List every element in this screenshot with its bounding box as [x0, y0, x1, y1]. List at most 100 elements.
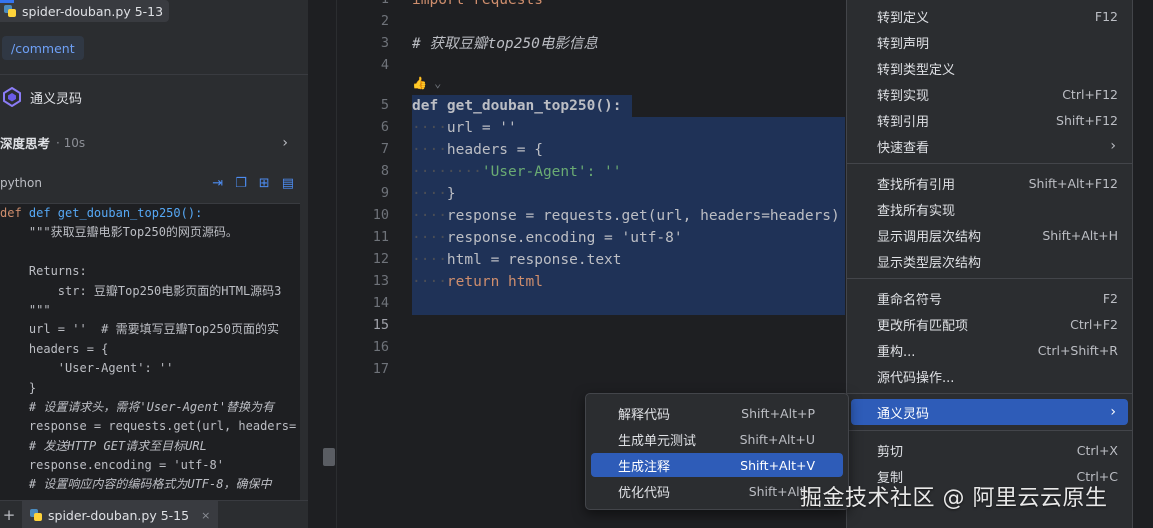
menu-item-go-to-references[interactable]: 转到引用 Shift+F12 — [851, 107, 1128, 133]
context-file-tab[interactable]: spider-douban.py 5-15 × — [22, 501, 219, 528]
code-line-5: def get_douban_top250(): — [412, 98, 622, 114]
code-lens[interactable]: 👍 ⌄ — [412, 76, 441, 90]
code-token: url = '' — [446, 120, 517, 136]
line-number: 6 — [380, 119, 389, 135]
context-file-tab-label: spider-douban.py 5-15 — [48, 507, 190, 523]
code-line-7: ····headers = { — [412, 142, 543, 158]
code-line: str: 豆瓣Top250电影页面的HTML源码3 — [0, 283, 282, 298]
menu-item-type-hierarchy[interactable]: 显示类型层次结构 — [851, 248, 1128, 274]
chevron-right-icon: › — [1110, 138, 1116, 154]
python-file-icon — [4, 5, 16, 17]
context-menu: 转到定义 F12 转到声明 转到类型定义 转到实现 Ctrl+F12 转到引用 Shi… — [846, 0, 1133, 528]
menu-item-find-all-references[interactable]: 查找所有引用 Shift+Alt+F12 — [851, 170, 1128, 196]
code-token: html = response.text — [446, 252, 622, 268]
chevron-right-icon: › — [282, 134, 288, 151]
new-file-icon[interactable]: ⊞ — [259, 176, 270, 191]
code-line-6: ····url = '' — [412, 120, 517, 136]
line-number: 10 — [372, 207, 389, 223]
scrollbar-thumb[interactable] — [323, 448, 335, 466]
menu-item-call-hierarchy[interactable]: 显示调用层次结构 Shift+Alt+H — [851, 222, 1128, 248]
menu-item-tongyi-lingma[interactable]: 通义灵码 › — [851, 399, 1128, 425]
submenu-item-generate-comment[interactable]: 生成注释 Shift+Alt+V — [591, 453, 843, 477]
menu-item-find-all-implementations[interactable]: 查找所有实现 — [851, 196, 1128, 222]
menu-item-cut[interactable]: 剪切 Ctrl+X — [851, 437, 1128, 463]
copy-icon[interactable]: ❐ — [235, 176, 247, 191]
code-line-12: ····html = response.text — [412, 252, 622, 268]
code-token: headers = { — [446, 142, 543, 158]
code-line: # 设置响应内容的编码格式为UTF-8，确保中 — [0, 477, 272, 492]
menu-separator — [847, 430, 1132, 431]
line-number: 14 — [372, 295, 389, 311]
menu-item-go-to-definition[interactable]: 转到定义 F12 — [851, 3, 1128, 29]
code-line: response = requests.get(url, headers= — [0, 419, 297, 434]
line-number: 16 — [372, 339, 389, 355]
code-token: } — [446, 186, 456, 202]
assistant-header: 通义灵码 — [2, 87, 82, 107]
chip-accent-bar — [0, 0, 14, 3]
menu-item-source-action[interactable]: 源代码操作... — [851, 363, 1128, 389]
submenu-item-generate-unit-test[interactable]: 生成单元测试 Shift+Alt+U — [591, 427, 843, 451]
menu-item-change-all-occurrences[interactable]: 更改所有匹配项 Ctrl+F2 — [851, 311, 1128, 337]
chevron-right-icon: › — [1110, 404, 1116, 420]
menu-item-go-to-type-definition[interactable]: 转到类型定义 — [851, 55, 1128, 81]
menu-item-go-to-implementation[interactable]: 转到实现 Ctrl+F12 — [851, 81, 1128, 107]
command-label: /comment — [11, 40, 75, 56]
code-line: 'User-Agent': '' — [0, 361, 174, 376]
code-line: url = '' # 需要填写豆瓣Top250页面的实 — [0, 322, 279, 337]
line-number: 5 — [380, 97, 389, 113]
python-file-icon — [30, 509, 42, 521]
menu-item-peek[interactable]: 快速查看 › — [851, 133, 1128, 159]
line-number: 9 — [380, 185, 389, 201]
code-line: } — [0, 380, 37, 395]
ai-chat-panel: spider-douban.py 5-13 /comment 通义灵码 深度思考… — [0, 0, 308, 528]
deep-think-toggle[interactable]: 深度思考 · 10s › — [0, 133, 296, 152]
line-number: 17 — [372, 361, 389, 377]
diff-icon[interactable]: ▤ — [282, 176, 294, 191]
close-icon[interactable]: × — [201, 509, 210, 522]
code-token: response.encoding = 'utf-8' — [446, 230, 683, 246]
code-line: headers = { — [0, 341, 109, 356]
code-line: # 发送HTTP GET请求至目标URL — [0, 438, 207, 453]
line-number: 13 — [372, 273, 389, 289]
menu-separator — [847, 393, 1132, 394]
code-line-11: ····response.encoding = 'utf-8' — [412, 230, 683, 246]
deep-think-duration: · 10s — [56, 135, 86, 150]
code-line: # 设置请求头，需将'User-Agent'替换为有 — [0, 399, 275, 414]
code-line: def def get_douban_top250(): — [0, 206, 203, 220]
line-number: 2 — [380, 13, 389, 29]
menu-item-go-to-declaration[interactable]: 转到声明 — [851, 29, 1128, 55]
code-token: response = requests.get(url, headers=hea… — [446, 208, 840, 224]
code-line-3: # 获取豆瓣top250电影信息 — [412, 36, 598, 52]
code-line: """获取豆瓣电影Top250的网页源码。 — [0, 225, 238, 240]
context-bar: + spider-douban.py 5-15 × — [0, 500, 308, 528]
deep-think-label: 深度思考 — [0, 136, 51, 151]
code-line: """ — [0, 302, 51, 317]
menu-separator — [847, 163, 1132, 164]
code-line-13: ····return html — [412, 274, 543, 290]
code-line: response.encoding = 'utf-8' — [0, 458, 224, 473]
assistant-name: 通义灵码 — [30, 91, 83, 107]
menu-item-rename-symbol[interactable]: 重命名符号 F2 — [851, 285, 1128, 311]
code-token: return html — [446, 274, 543, 290]
code-line-10: ····response = requests.get(url, headers… — [412, 208, 840, 224]
command-chip[interactable]: /comment — [2, 36, 84, 60]
code-line: Returns: — [0, 264, 87, 279]
line-number: 3 — [380, 35, 389, 51]
insert-code-icon[interactable]: ⇥ — [212, 176, 223, 191]
line-number: 8 — [380, 163, 389, 179]
line-number: 7 — [380, 141, 389, 157]
watermark: 掘金技术社区 @ 阿里云云原生 — [800, 486, 1108, 511]
assistant-response: 通义灵码 深度思考 · 10s › python ⇥ ❐ ⊞ ▤ def def… — [0, 74, 308, 528]
add-context-button[interactable]: + — [0, 506, 18, 524]
code-token: 'User-Agent': '' — [481, 164, 622, 180]
tongyi-logo-icon — [3, 87, 21, 107]
code-block-header: python ⇥ ❐ ⊞ ▤ — [0, 171, 300, 195]
submenu-item-explain-code[interactable]: 解释代码 Shift+Alt+P — [591, 401, 843, 425]
context-file-label: spider-douban.py 5-13 — [22, 3, 164, 19]
context-file-chip[interactable]: spider-douban.py 5-13 — [0, 0, 170, 22]
menu-item-refactor[interactable]: 重构... Ctrl+Shift+R — [851, 337, 1128, 363]
code-line-1: import requests — [412, 0, 543, 11]
line-number: 12 — [372, 251, 389, 267]
line-number-current: 15 — [372, 317, 389, 333]
line-number: 1 — [337, 0, 389, 7]
